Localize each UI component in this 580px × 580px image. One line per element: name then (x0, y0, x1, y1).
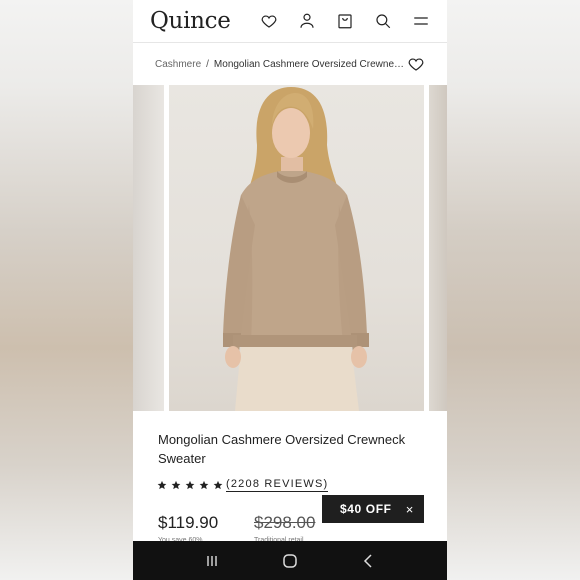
product-title: Mongolian Cashmere Oversized Crewneck Sw… (158, 432, 406, 466)
android-navigation-bar (133, 541, 447, 580)
site-header: Quince (133, 0, 447, 43)
menu-icon[interactable] (409, 9, 433, 33)
reviews-link[interactable]: (2208 REVIEWS) (226, 478, 329, 492)
star-icon (157, 480, 167, 490)
heart-icon[interactable] (257, 9, 281, 33)
bag-icon[interactable] (333, 9, 357, 33)
star-icon (199, 480, 209, 490)
recent-apps-icon[interactable] (197, 546, 227, 576)
gallery-next-image[interactable] (429, 85, 447, 411)
gallery-previous-image[interactable] (133, 85, 164, 411)
product-image[interactable] (169, 85, 424, 411)
sale-price: $119.90 (158, 513, 219, 532)
wishlist-heart-icon[interactable] (407, 55, 425, 73)
breadcrumb-separator: / (206, 58, 209, 70)
star-icon (171, 480, 181, 490)
rating-stars (157, 480, 223, 490)
header-icons (257, 9, 433, 33)
star-icon (213, 480, 223, 490)
background-right (447, 0, 580, 580)
phone-screen: Quince Cashmere / Mongolian Cashmere Ove… (133, 0, 447, 580)
search-icon[interactable] (371, 9, 395, 33)
traditional-price: $298.00 (254, 513, 316, 532)
home-icon[interactable] (275, 546, 305, 576)
product-rating[interactable]: (2208 REVIEWS) (157, 478, 329, 492)
breadcrumb-link-cashmere[interactable]: Cashmere (155, 59, 201, 70)
back-icon[interactable] (353, 546, 383, 576)
breadcrumb: Cashmere / Mongolian Cashmere Oversized … (133, 43, 447, 85)
promo-label[interactable]: $40 OFF (340, 502, 392, 516)
brand-logo[interactable]: Quince (150, 8, 231, 34)
user-icon[interactable] (295, 9, 319, 33)
background-left (0, 0, 133, 580)
product-gallery[interactable] (133, 85, 447, 411)
breadcrumb-current: Mongolian Cashmere Oversized Crewneck S.… (213, 58, 407, 70)
close-icon[interactable]: × (406, 502, 414, 517)
promo-banner[interactable]: $40 OFF × (322, 495, 424, 523)
star-icon (185, 480, 195, 490)
